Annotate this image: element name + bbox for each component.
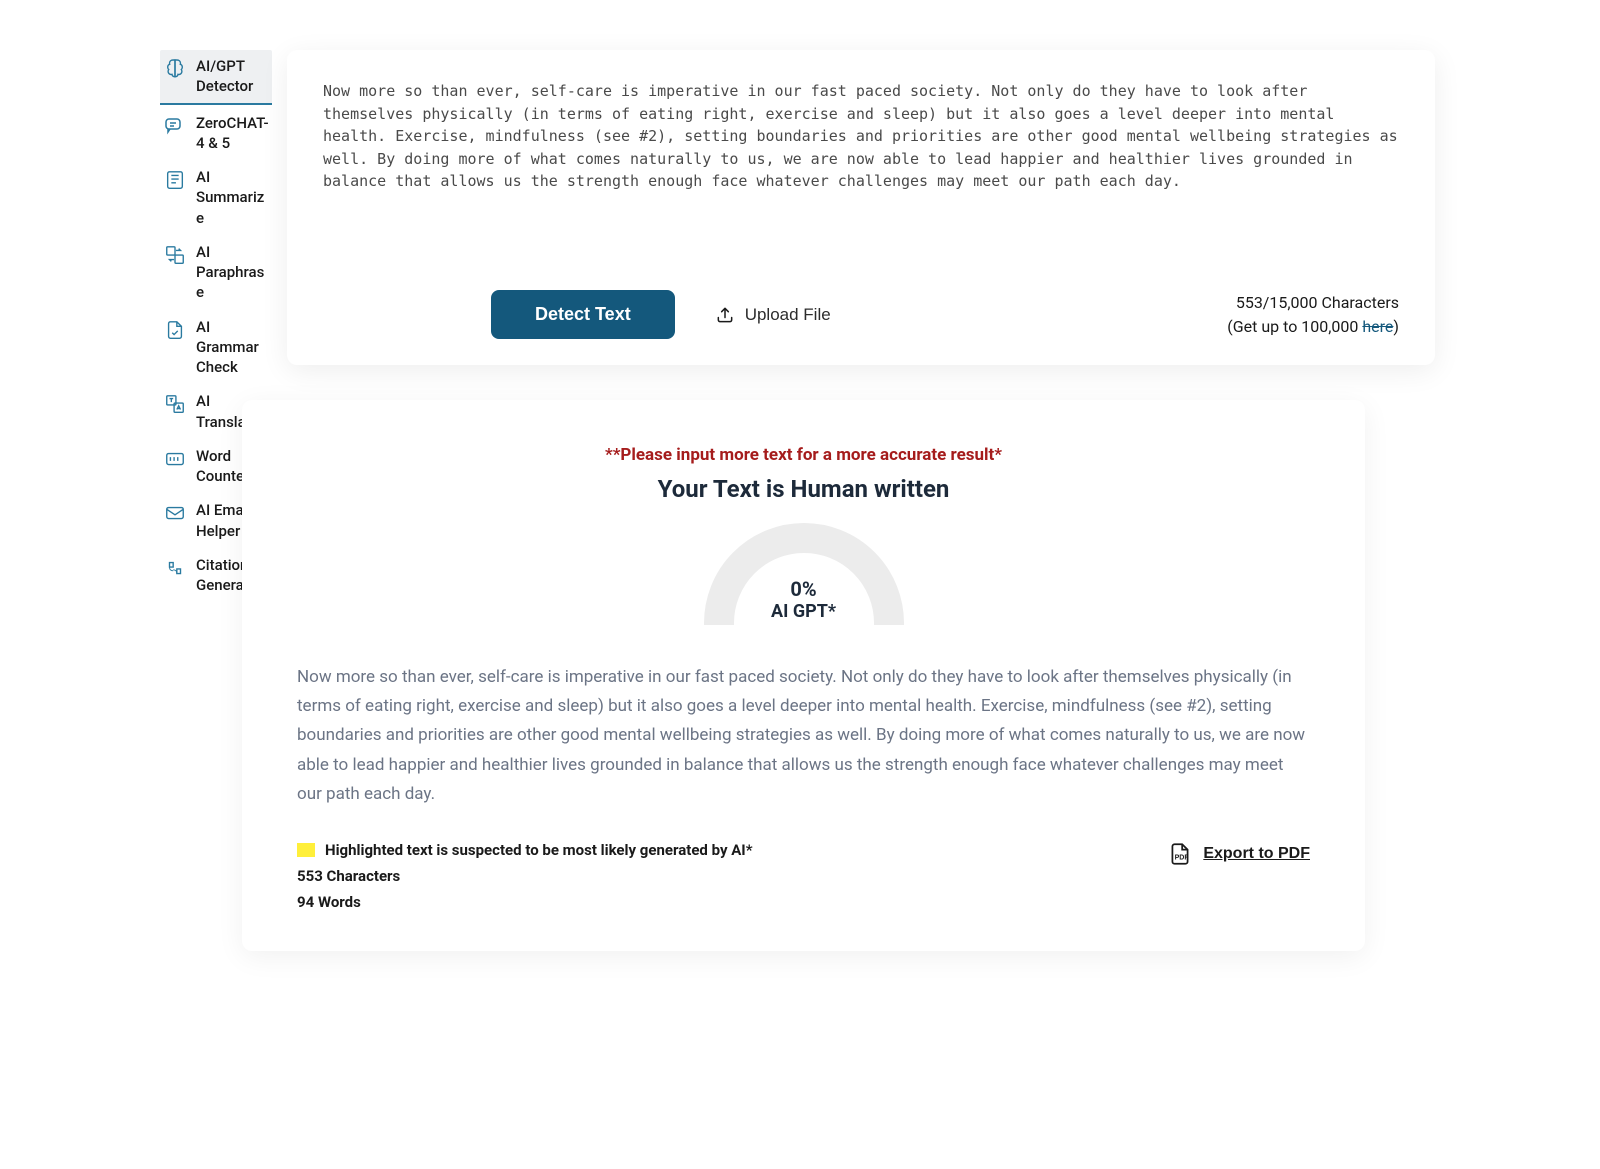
chat-ai-icon xyxy=(162,113,188,139)
pdf-icon: PDF xyxy=(1167,841,1193,867)
email-icon xyxy=(162,500,188,526)
gauge-text: 0% AI GPT* xyxy=(704,577,904,622)
result-footer: Highlighted text is suspected to be most… xyxy=(297,841,1310,911)
sidebar-item-ai-gpt-detector[interactable]: AI/GPT Detector xyxy=(160,50,272,105)
sidebar-item-label: AI Summarize xyxy=(196,167,270,228)
upload-icon xyxy=(715,305,735,325)
result-verdict: Your Text is Human written xyxy=(297,475,1310,503)
citation-icon xyxy=(162,555,188,581)
brain-icon xyxy=(162,56,188,82)
export-pdf-label: Export to PDF xyxy=(1203,845,1310,863)
sidebar-item-label: AI/GPT Detector xyxy=(196,56,270,97)
translate-icon xyxy=(162,391,188,417)
analyzed-text: Now more so than ever, self-care is impe… xyxy=(297,663,1310,809)
counter-icon xyxy=(162,446,188,472)
input-actions: Detect Text Upload File 553/15,000 Chara… xyxy=(323,250,1399,339)
input-card: Now more so than ever, self-care is impe… xyxy=(287,50,1435,365)
sidebar-item-paraphrase[interactable]: AI Paraphrase xyxy=(160,236,272,309)
grammar-icon xyxy=(162,317,188,343)
sidebar-item-grammar[interactable]: AI Grammar Check xyxy=(160,311,272,384)
result-warning: **Please input more text for a more accu… xyxy=(297,445,1310,465)
upload-file-button[interactable]: Upload File xyxy=(703,297,843,333)
svg-text:PDF: PDF xyxy=(1175,855,1190,862)
main-column: Now more so than ever, self-care is impe… xyxy=(287,50,1435,951)
gauge: 0% AI GPT* xyxy=(297,523,1310,625)
detector-textarea[interactable]: Now more so than ever, self-care is impe… xyxy=(323,80,1399,230)
words-count: 94 Words xyxy=(297,893,1127,911)
character-counter: 553/15,000 Characters (Get up to 100,000… xyxy=(1227,291,1399,339)
sidebar-item-label: AI Paraphrase xyxy=(196,242,270,303)
result-stats: Highlighted text is suspected to be most… xyxy=(297,841,1127,911)
summarize-icon xyxy=(162,167,188,193)
paraphrase-icon xyxy=(162,242,188,268)
char-counter-line2: (Get up to 100,000 here) xyxy=(1227,315,1399,339)
sidebar-item-zerochat[interactable]: ZeroCHAT-4 & 5 xyxy=(160,107,272,160)
sidebar-item-label: ZeroCHAT-4 & 5 xyxy=(196,113,270,154)
gauge-label: AI GPT* xyxy=(704,601,904,622)
upload-file-label: Upload File xyxy=(745,305,831,325)
detect-text-button[interactable]: Detect Text xyxy=(491,290,675,339)
result-card: **Please input more text for a more accu… xyxy=(242,400,1365,951)
highlight-note: Highlighted text is suspected to be most… xyxy=(325,841,753,859)
char-counter-line1: 553/15,000 Characters xyxy=(1227,291,1399,315)
chars-count: 553 Characters xyxy=(297,867,1127,885)
get-more-chars-link[interactable]: here xyxy=(1362,317,1393,336)
highlight-swatch xyxy=(297,843,315,857)
gauge-percent: 0% xyxy=(704,577,904,601)
sidebar-item-summarize[interactable]: AI Summarize xyxy=(160,161,272,234)
export-pdf-button[interactable]: PDF Export to PDF xyxy=(1167,841,1310,867)
highlight-legend: Highlighted text is suspected to be most… xyxy=(297,841,1127,859)
sidebar-item-label: AI Grammar Check xyxy=(196,317,270,378)
